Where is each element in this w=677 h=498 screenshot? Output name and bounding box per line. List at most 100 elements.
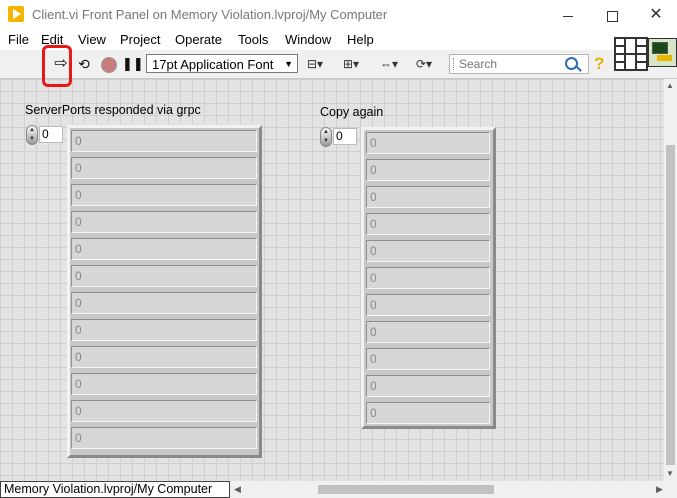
array-element[interactable]: 0 (366, 132, 490, 154)
align-objects-icon: ⊟▾ (307, 57, 324, 71)
minimize-icon (563, 15, 573, 17)
array-element[interactable]: 0 (71, 184, 257, 206)
array-element[interactable]: 0 (366, 294, 490, 316)
array-element[interactable]: 0 (71, 427, 257, 449)
minimize-button[interactable] (554, 4, 582, 26)
font-select[interactable]: 17pt Application Font ▼ (146, 54, 298, 73)
array-element[interactable]: 0 (71, 265, 257, 287)
vi-icon[interactable] (648, 38, 677, 67)
menu-window[interactable]: Window (285, 32, 331, 47)
connector-terminal (615, 54, 625, 62)
connector-terminal (636, 54, 647, 62)
help-icon: ? (594, 54, 605, 73)
font-select-value: 17pt Application Font (152, 57, 274, 72)
array-index-copy-again[interactable]: ▲ ▼ 0 (320, 127, 358, 147)
connector-terminal (625, 54, 636, 70)
reorder-button[interactable]: ⟳▾ (416, 55, 432, 73)
array-element[interactable]: 0 (71, 292, 257, 314)
connector-terminal (625, 38, 636, 54)
search-icon[interactable] (565, 57, 578, 70)
increment-icon: ▲ (29, 127, 35, 133)
menu-project[interactable]: Project (120, 32, 160, 47)
array-element[interactable]: 0 (366, 375, 490, 397)
array-element[interactable]: 0 (366, 402, 490, 424)
scroll-up-icon[interactable]: ▲ (666, 81, 674, 90)
run-continuously-icon: ⟲ (78, 56, 90, 72)
abort-execution-button[interactable] (101, 57, 117, 73)
scroll-down-icon[interactable]: ▼ (666, 469, 674, 478)
array-element[interactable]: 0 (366, 213, 490, 235)
status-bar-context: Memory Violation.lvproj/My Computer (0, 481, 230, 498)
pause-icon: ❚❚ (122, 56, 144, 71)
array-element[interactable]: 0 (71, 400, 257, 422)
vertical-scrollbar[interactable]: ▲ ▼ (664, 79, 677, 481)
index-value[interactable]: 0 (333, 128, 357, 145)
align-objects-button[interactable]: ⊟▾ (307, 55, 323, 73)
menu-help[interactable]: Help (347, 32, 374, 47)
increment-icon: ▲ (323, 129, 329, 135)
array-element[interactable]: 0 (71, 157, 257, 179)
menu-tools[interactable]: Tools (238, 32, 268, 47)
array-element[interactable]: 0 (71, 373, 257, 395)
connector-terminal (615, 38, 625, 46)
index-value[interactable]: 0 (39, 126, 63, 143)
grip-icon (453, 58, 456, 70)
menu-file[interactable]: File (8, 32, 29, 47)
array-element[interactable]: 0 (366, 321, 490, 343)
chevron-down-icon: ▼ (284, 59, 293, 69)
array-label-serverports: ServerPorts responded via grpc (25, 103, 201, 117)
array-element[interactable]: 0 (71, 130, 257, 152)
horizontal-scrollbar[interactable]: ◀ ▶ (230, 481, 677, 498)
array-element[interactable]: 0 (71, 211, 257, 233)
menu-bar: File Edit View Project Operate Tools Win… (0, 30, 677, 50)
array-element[interactable]: 0 (366, 267, 490, 289)
close-button[interactable]: ✕ (642, 4, 670, 26)
reorder-icon: ⟳▾ (416, 57, 433, 71)
scroll-right-icon[interactable]: ▶ (656, 484, 663, 495)
index-spinner[interactable]: ▲ ▼ (320, 127, 332, 147)
context-help-button[interactable]: ? (594, 54, 604, 74)
decrement-icon: ▼ (323, 138, 329, 144)
array-element[interactable]: 0 (71, 346, 257, 368)
connector-pane[interactable] (614, 37, 648, 71)
array-element[interactable]: 0 (366, 240, 490, 262)
resize-objects-button[interactable]: ⇔▾ (380, 55, 398, 73)
array-index-serverports[interactable]: ▲ ▼ 0 (26, 125, 64, 145)
menu-view[interactable]: View (78, 32, 106, 47)
vertical-scroll-thumb[interactable] (666, 145, 675, 465)
array-element[interactable]: 0 (366, 348, 490, 370)
labview-app-icon (8, 6, 24, 22)
array-element[interactable]: 0 (71, 319, 257, 341)
highlight-annotation (42, 45, 72, 87)
window-title: Client.vi Front Panel on Memory Violatio… (32, 7, 388, 22)
array-label-copy-again: Copy again (320, 105, 384, 119)
close-icon: ✕ (649, 6, 663, 23)
toolbar: ⇨ ⟲ ❚❚ 17pt Application Font ▼ ⊟▾ ⊞▾ ⇔▾ … (0, 50, 677, 79)
connector-terminal (615, 46, 625, 54)
front-panel[interactable]: ServerPorts responded via grpc ▲ ▼ 0 0 0 … (0, 79, 664, 481)
connector-terminal (615, 62, 625, 70)
pause-button[interactable]: ❚❚ (122, 54, 144, 74)
array-element[interactable]: 0 (366, 159, 490, 181)
title-bar: Client.vi Front Panel on Memory Violatio… (0, 0, 677, 30)
run-continuously-button[interactable]: ⟲ (74, 54, 94, 74)
array-element[interactable]: 0 (366, 186, 490, 208)
distribute-objects-icon: ⊞▾ (343, 57, 360, 71)
menu-operate[interactable]: Operate (175, 32, 222, 47)
vi-icon-bar (657, 55, 672, 61)
array-element[interactable]: 0 (71, 238, 257, 260)
distribute-objects-button[interactable]: ⊞▾ (343, 55, 359, 73)
search-input[interactable] (459, 56, 559, 72)
connector-terminal (636, 46, 647, 54)
scroll-left-icon[interactable]: ◀ (234, 484, 241, 495)
connector-terminal (636, 62, 647, 70)
horizontal-scroll-thumb[interactable] (318, 485, 494, 494)
connector-terminal (636, 38, 647, 46)
maximize-button[interactable] (598, 4, 626, 26)
vi-icon-screen (652, 42, 668, 54)
index-spinner[interactable]: ▲ ▼ (26, 125, 38, 145)
decrement-icon: ▼ (29, 136, 35, 142)
resize-objects-icon: ⇔▾ (380, 57, 399, 71)
search-box (449, 54, 589, 74)
maximize-icon (606, 10, 618, 22)
